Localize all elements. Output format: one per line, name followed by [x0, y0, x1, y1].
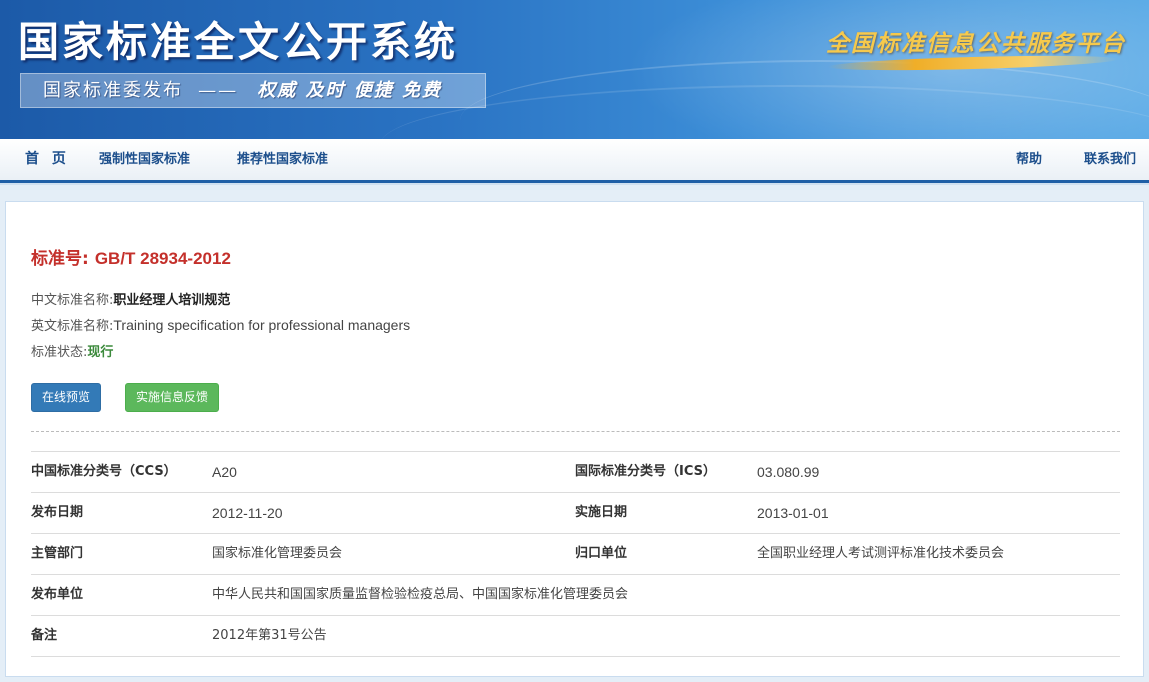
responsible-unit-value: 全国职业经理人考试测评标准化技术委员会	[757, 546, 1005, 561]
standard-detail-panel: 标准号: GB/T 28934-2012 中文标准名称:职业经理人培训规范 英文标…	[5, 201, 1144, 677]
nav-mandatory-standards[interactable]: 强制性国家标准	[99, 139, 190, 180]
ics-value: 03.080.99	[757, 464, 820, 480]
competent-dept-value: 国家标准化管理委员会	[212, 546, 343, 561]
standard-number-value: GB/T 28934-2012	[94, 249, 231, 268]
remarks-value: 2012年第31号公告	[212, 628, 327, 643]
en-name-label: 英文标准名称:	[31, 319, 114, 334]
table-row: 中国标准分类号（CCS） A20 国际标准分类号（ICS） 03.080.99	[31, 452, 1120, 493]
standard-number: 标准号: GB/T 28934-2012	[31, 244, 231, 269]
ccs-value: A20	[212, 464, 237, 480]
standard-number-label: 标准号:	[31, 249, 89, 269]
nav-contact-us[interactable]: 联系我们	[1084, 139, 1136, 180]
main-nav: 首 页 强制性国家标准 推荐性国家标准 帮助 联系我们	[0, 139, 1149, 183]
metadata-table: 中国标准分类号（CCS） A20 国际标准分类号（ICS） 03.080.99 …	[31, 451, 1120, 657]
table-row: 主管部门 国家标准化管理委员会 归口单位 全国职业经理人考试测评标准化技术委员会	[31, 534, 1120, 575]
cn-name-value: 职业经理人培训规范	[113, 293, 231, 308]
feedback-button[interactable]: 实施信息反馈	[125, 383, 219, 412]
nav-home[interactable]: 首 页	[25, 139, 70, 180]
en-name-value: Training specification for professional …	[113, 317, 411, 333]
remarks-label: 备注	[31, 628, 58, 643]
table-row: 发布日期 2012-11-20 实施日期 2013-01-01	[31, 493, 1120, 534]
publish-date-label: 发布日期	[31, 505, 84, 520]
nav-help[interactable]: 帮助	[1016, 139, 1042, 180]
implement-date-label: 实施日期	[575, 505, 628, 520]
competent-dept-label: 主管部门	[31, 546, 84, 561]
issuing-unit-label: 发布单位	[31, 587, 84, 602]
slogan-dash: ——	[198, 80, 239, 101]
slogan-box: 国家标准委发布 —— 权威 及时 便捷 免费	[20, 73, 486, 108]
en-name-line: 英文标准名称:Training specification for profes…	[31, 315, 410, 334]
table-row: 发布单位 中华人民共和国国家质量监督检验检疫总局、中国国家标准化管理委员会	[31, 575, 1120, 616]
slogan-right: 权威 及时 便捷 免费	[257, 80, 442, 101]
ccs-label: 中国标准分类号（CCS）	[31, 464, 177, 479]
slogan-left: 国家标准委发布	[43, 80, 183, 101]
status-label: 标准状态:	[31, 345, 88, 360]
site-title: 国家标准全文公开系统	[18, 18, 458, 66]
nav-recommended-standards[interactable]: 推荐性国家标准	[237, 139, 328, 180]
header-banner: 国家标准全文公开系统 国家标准委发布 —— 权威 及时 便捷 免费 全国标准信息…	[0, 0, 1149, 139]
cn-name-label: 中文标准名称:	[31, 293, 114, 308]
ics-label: 国际标准分类号（ICS）	[575, 464, 716, 479]
online-preview-button[interactable]: 在线预览	[31, 383, 101, 412]
platform-logo-text[interactable]: 全国标准信息公共服务平台	[826, 24, 1126, 58]
cn-name-line: 中文标准名称:职业经理人培训规范	[31, 289, 230, 308]
issuing-unit-value: 中华人民共和国国家质量监督检验检疫总局、中国国家标准化管理委员会	[212, 587, 629, 602]
status-line: 标准状态:现行	[31, 341, 113, 360]
status-value: 现行	[87, 345, 114, 360]
table-row: 备注 2012年第31号公告	[31, 616, 1120, 657]
divider	[31, 431, 1120, 432]
implement-date-value: 2013-01-01	[757, 505, 829, 521]
responsible-unit-label: 归口单位	[575, 546, 628, 561]
publish-date-value: 2012-11-20	[212, 505, 283, 521]
